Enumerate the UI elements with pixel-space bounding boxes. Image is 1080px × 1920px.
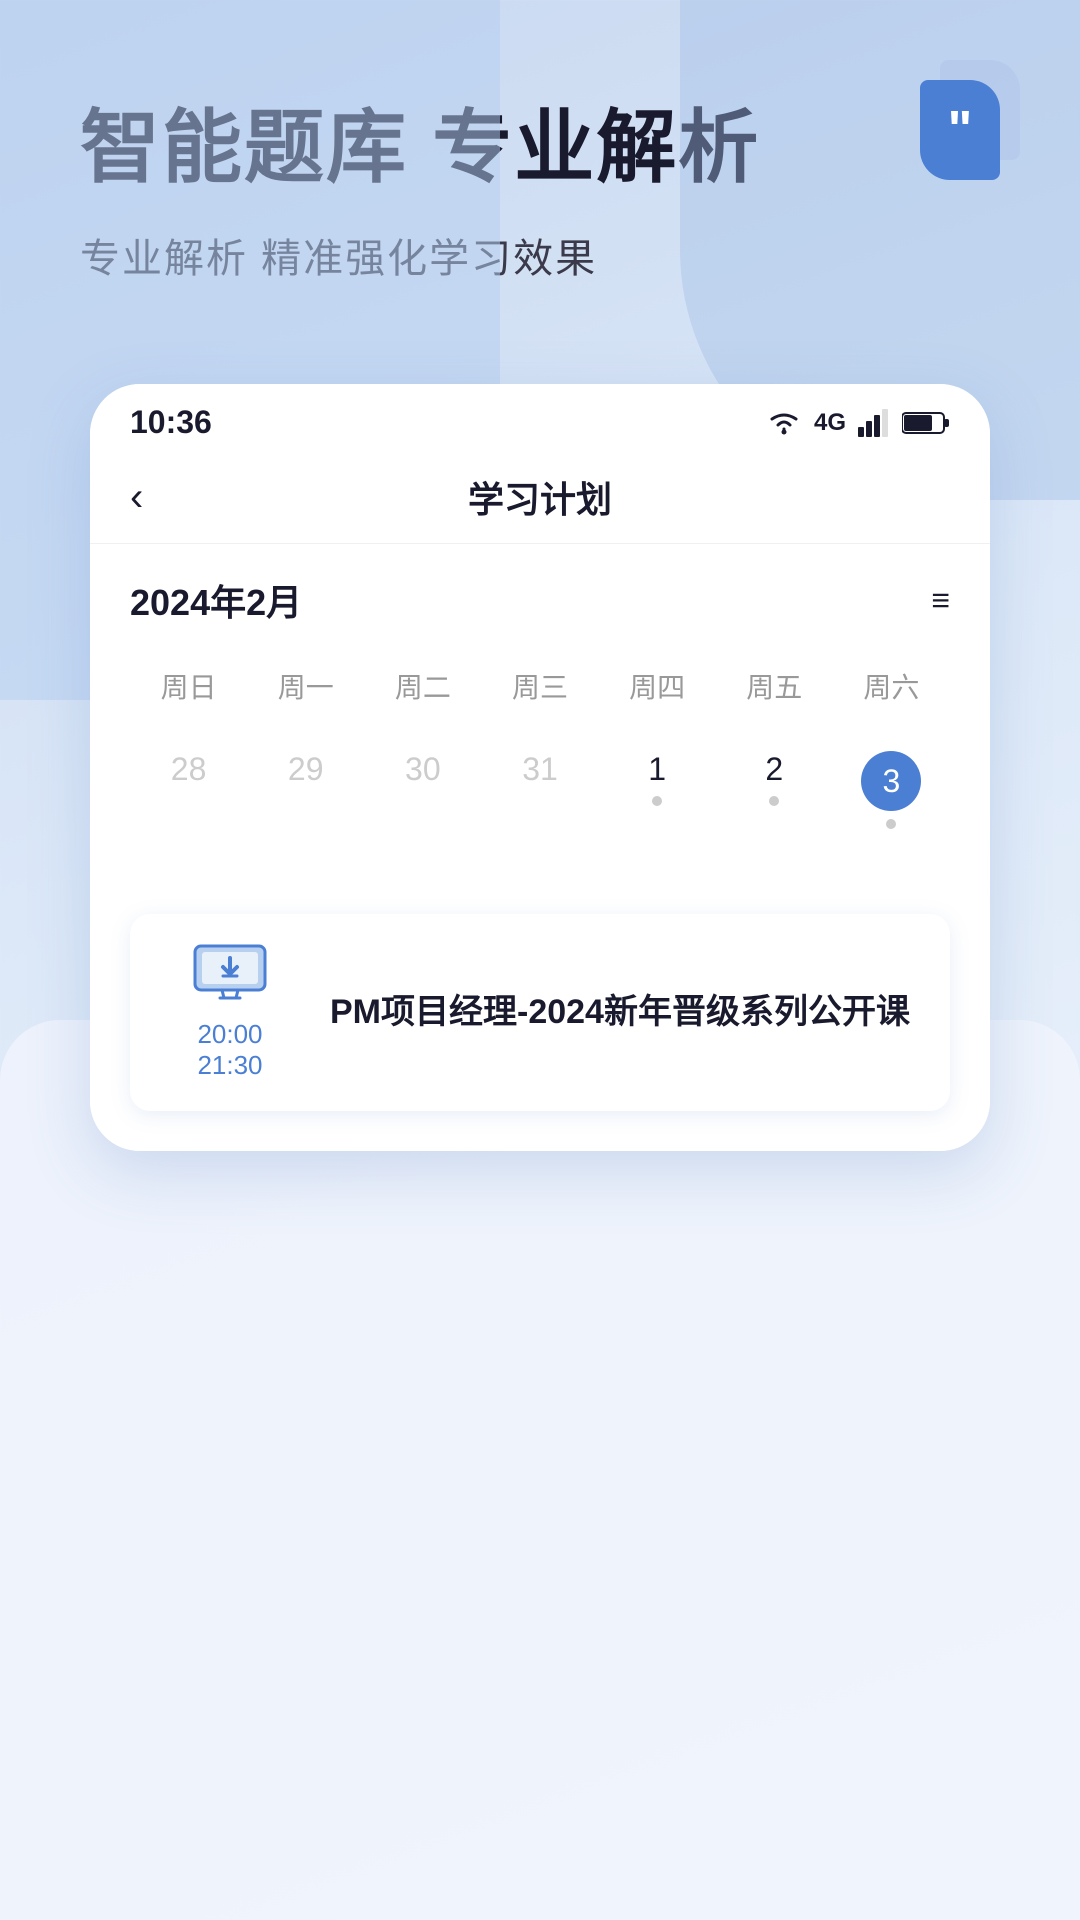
status-time: 10:36 [130, 404, 212, 441]
nav-title: 学习计划 [468, 471, 612, 523]
schedule-time-end: 21:30 [197, 1050, 262, 1081]
status-icons: 4G [766, 409, 950, 437]
app-container: " 智能题库 专业解析 专业解析 精准强化学习效果 10:36 4G [0, 0, 1080, 1920]
wifi-icon [766, 409, 802, 437]
date-29-prev[interactable]: 29 [247, 736, 364, 844]
date-1[interactable]: 1 [599, 736, 716, 844]
battery-icon [902, 410, 950, 436]
date-dot-1 [652, 796, 662, 806]
status-bar: 10:36 4G [90, 384, 990, 451]
schedule-time-start: 20:00 [197, 1019, 262, 1050]
calendar-days-header: 周日 周一 周二 周三 周四 周五 周六 [130, 656, 950, 716]
date-3-selected[interactable]: 3 [833, 736, 950, 844]
day-thu: 周四 [599, 656, 716, 716]
date-2[interactable]: 2 [716, 736, 833, 844]
schedule-icon-time: 20:00 21:30 [160, 944, 300, 1081]
signal-label: 4G [814, 409, 846, 437]
date-30-prev[interactable]: 30 [364, 736, 481, 844]
day-wed: 周三 [481, 656, 598, 716]
quote-decoration: " [900, 60, 1020, 190]
day-fri: 周五 [716, 656, 833, 716]
calendar-section: 2024年2月 ≡ 周日 周一 周二 周三 周四 周五 周六 28 [90, 544, 990, 894]
calendar-header: 2024年2月 ≡ [130, 574, 950, 626]
laptop-icon [190, 944, 270, 1009]
day-tue: 周二 [364, 656, 481, 716]
date-dot-2 [769, 796, 779, 806]
calendar-menu-icon[interactable]: ≡ [931, 582, 950, 619]
date-28-prev[interactable]: 28 [130, 736, 247, 844]
schedule-title: PM项目经理-2024新年晋级系列公开课 [330, 989, 910, 1037]
calendar-dates: 28 29 30 31 1 [130, 736, 950, 844]
date-31-prev[interactable]: 31 [481, 736, 598, 844]
back-button[interactable]: ‹ [130, 475, 143, 520]
calendar-month: 2024年2月 [130, 574, 302, 626]
bg-shape-bottom [0, 1020, 1080, 1920]
nav-bar: ‹ 学习计划 [90, 451, 990, 544]
day-mon: 周一 [247, 656, 364, 716]
schedule-item[interactable]: 20:00 21:30 PM项目经理-2024新年晋级系列公开课 [130, 914, 950, 1111]
signal-bars-icon [858, 409, 890, 437]
phone-mockup: 10:36 4G [90, 384, 990, 1151]
date-dot-3 [886, 819, 896, 829]
quote-fg: " [920, 80, 1000, 180]
day-sun: 周日 [130, 656, 247, 716]
schedule-section: 20:00 21:30 PM项目经理-2024新年晋级系列公开课 [90, 894, 990, 1151]
day-sat: 周六 [833, 656, 950, 716]
